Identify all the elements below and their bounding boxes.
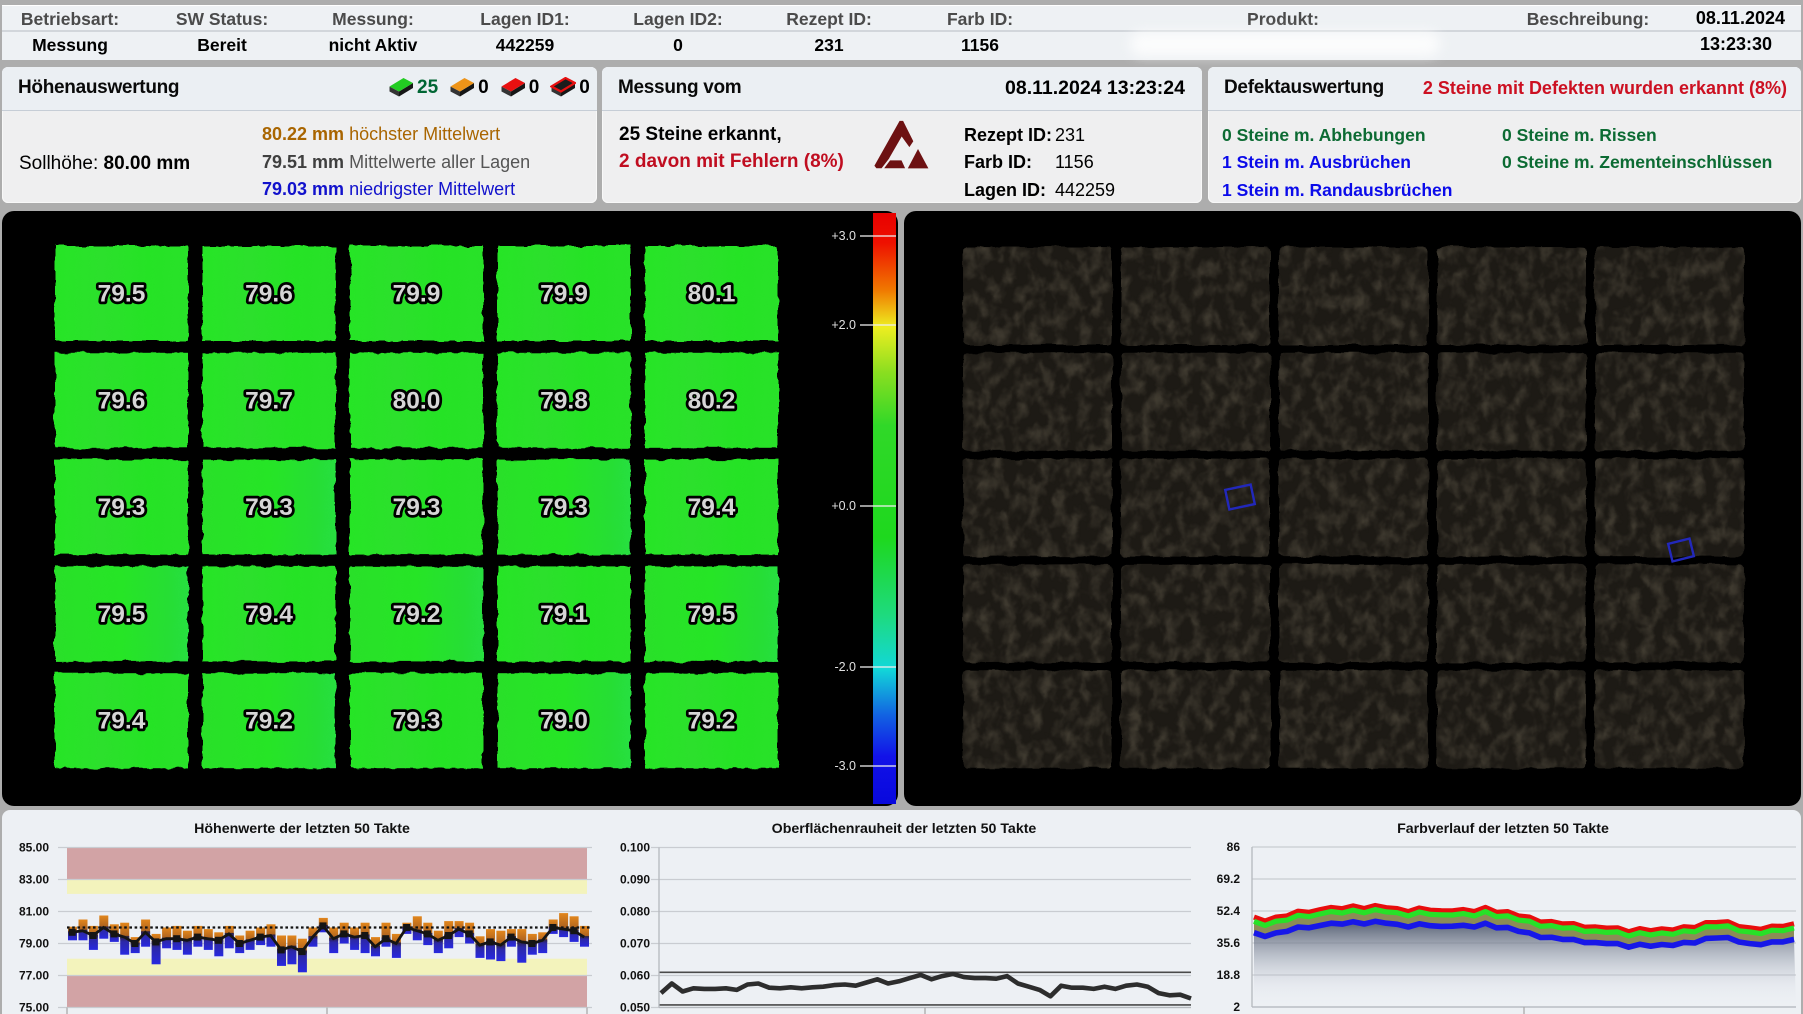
svg-text:79.7: 79.7	[245, 387, 293, 414]
svg-text:83.00: 83.00	[19, 873, 49, 887]
svg-text:75.00: 75.00	[19, 1001, 49, 1014]
svg-text:+0.0: +0.0	[831, 499, 856, 513]
svg-text:-2.0: -2.0	[834, 660, 856, 674]
svg-text:80.0: 80.0	[393, 387, 441, 414]
svg-text:79.1: 79.1	[540, 601, 588, 628]
svg-text:Oberflächenrauheit der letzten: Oberflächenrauheit der letzten 50 Takte	[772, 821, 1037, 837]
svg-text:-3.0: -3.0	[834, 759, 856, 773]
svg-text:79.4: 79.4	[688, 494, 736, 521]
svg-text:2: 2	[1233, 1000, 1240, 1014]
svg-text:79.4: 79.4	[98, 708, 146, 735]
svg-text:18.8: 18.8	[1217, 968, 1241, 982]
svg-text:+2.0: +2.0	[831, 318, 856, 332]
svg-text:79.9: 79.9	[540, 281, 588, 308]
svg-text:80.1: 80.1	[688, 281, 736, 308]
svg-text:77.00: 77.00	[19, 969, 49, 983]
svg-text:79.3: 79.3	[393, 708, 441, 735]
svg-text:79.6: 79.6	[98, 387, 146, 414]
svg-text:79.3: 79.3	[98, 494, 146, 521]
svg-text:Höhenwerte der letzten 50 Takt: Höhenwerte der letzten 50 Takte	[194, 821, 410, 837]
svg-text:35.6: 35.6	[1217, 936, 1241, 950]
svg-text:80.2: 80.2	[688, 387, 736, 414]
svg-text:0.100: 0.100	[620, 841, 650, 855]
svg-text:79.00: 79.00	[19, 937, 49, 951]
svg-text:79.6: 79.6	[245, 281, 293, 308]
svg-text:79.8: 79.8	[540, 387, 588, 414]
svg-text:0.090: 0.090	[620, 873, 650, 887]
svg-text:79.3: 79.3	[393, 494, 441, 521]
svg-text:79.9: 79.9	[393, 281, 441, 308]
svg-text:79.5: 79.5	[98, 601, 146, 628]
svg-text:79.3: 79.3	[245, 494, 293, 521]
svg-text:86: 86	[1227, 840, 1241, 854]
svg-text:79.4: 79.4	[245, 601, 293, 628]
svg-text:0.050: 0.050	[620, 1001, 650, 1014]
svg-text:52.4: 52.4	[1217, 904, 1241, 918]
svg-text:81.00: 81.00	[19, 905, 49, 919]
svg-text:69.2: 69.2	[1217, 872, 1241, 886]
svg-text:79.0: 79.0	[540, 708, 588, 735]
svg-text:79.2: 79.2	[245, 708, 293, 735]
svg-text:0.070: 0.070	[620, 937, 650, 951]
svg-text:+3.0: +3.0	[831, 229, 856, 243]
svg-text:79.3: 79.3	[540, 494, 588, 521]
svg-text:79.5: 79.5	[688, 601, 736, 628]
svg-text:0.080: 0.080	[620, 905, 650, 919]
svg-text:0.060: 0.060	[620, 969, 650, 983]
svg-text:Farbverlauf der letzten 50 Tak: Farbverlauf der letzten 50 Takte	[1397, 821, 1609, 837]
svg-text:79.2: 79.2	[688, 708, 736, 735]
svg-text:79.2: 79.2	[393, 601, 441, 628]
svg-text:85.00: 85.00	[19, 841, 49, 855]
svg-text:79.5: 79.5	[98, 281, 146, 308]
